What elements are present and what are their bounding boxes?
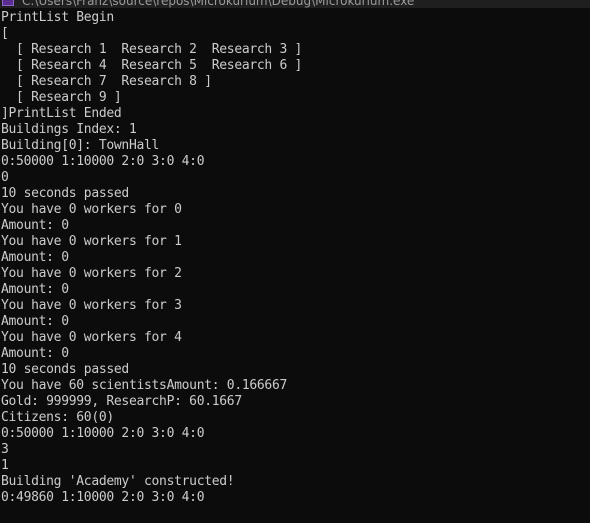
console-line: You have 60 scientistsAmount: 0.166667 (1, 378, 288, 393)
console-line: 0:50000 1:10000 2:0 3:0 4:0 (1, 154, 205, 169)
console-line: 10 seconds passed (1, 362, 129, 377)
console-line: Amount: 0 (1, 218, 69, 233)
console-line: Amount: 0 (1, 250, 69, 265)
window-title: C:\Users\Franz\source\repos\Microkurium\… (22, 0, 415, 8)
console-line: You have 0 workers for 2 (1, 266, 182, 281)
console-line: 3 (1, 442, 9, 457)
console-line: 0:49860 1:10000 2:0 3:0 4:0 (1, 490, 205, 505)
console-line: Building 'Academy' constructed! (1, 474, 235, 489)
console-line: 10 seconds passed (1, 186, 129, 201)
console-line: [ Research 7 Research 8 ] (1, 74, 212, 89)
console-line: 1 (1, 458, 9, 473)
console-line: [ Research 1 Research 2 Research 3 ] (1, 42, 303, 57)
console-line: [ (1, 26, 9, 41)
console-line: Gold: 999999, ResearchP: 60.1667 (1, 394, 242, 409)
console-line: You have 0 workers for 0 (1, 202, 182, 217)
console-app-icon (2, 0, 14, 6)
console-line: Amount: 0 (1, 282, 69, 297)
console-line: Citizens: 60(0) (1, 410, 114, 425)
console-output: PrintList Begin [ [ Research 1 Research … (1, 10, 590, 523)
console-line: [ Research 9 ] (1, 90, 122, 105)
console-line: Amount: 0 (1, 314, 69, 329)
console-line: [ Research 4 Research 5 Research 6 ] (1, 58, 303, 73)
console-line: Amount: 0 (1, 346, 69, 361)
window-titlebar: C:\Users\Franz\source\repos\Microkurium\… (0, 0, 590, 8)
console-line: You have 0 workers for 1 (1, 234, 182, 249)
console-line: Buildings Index: 1 (1, 122, 137, 137)
console-line: You have 0 workers for 3 (1, 298, 182, 313)
console-line: 0:50000 1:10000 2:0 3:0 4:0 (1, 426, 205, 441)
console-line: ]PrintList Ended (1, 106, 122, 121)
console-line: You have 0 workers for 4 (1, 330, 182, 345)
console-line: 0 (1, 170, 9, 185)
console-line: Building[0]: TownHall (1, 138, 160, 153)
console-line: PrintList Begin (1, 10, 114, 25)
